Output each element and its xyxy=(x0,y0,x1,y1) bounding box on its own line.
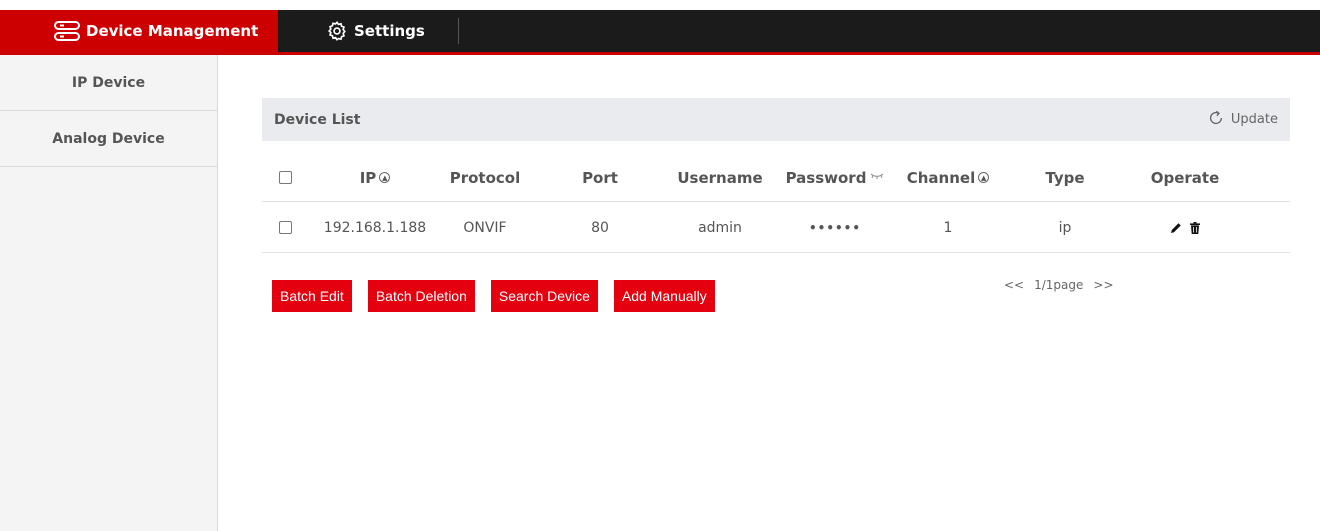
tab-device-management[interactable]: Device Management xyxy=(0,10,278,52)
sidebar-item-label: Analog Device xyxy=(52,130,165,147)
row-checkbox[interactable] xyxy=(278,221,292,234)
column-header-operate-label: Operate xyxy=(1150,168,1220,187)
update-label: Update xyxy=(1230,112,1278,127)
column-header-password: Password xyxy=(780,154,890,201)
cell-protocol: ONVIF xyxy=(463,219,507,236)
column-header-password-label: Password xyxy=(785,168,867,187)
top-nav-bar: Device Management Settings xyxy=(0,10,1320,55)
prev-page-button[interactable]: << xyxy=(1004,278,1024,292)
batch-edit-button[interactable]: Batch Edit xyxy=(272,280,352,312)
column-header-ip-label: IP xyxy=(359,168,377,187)
action-button-row: Batch Edit Batch Deletion Search Device … xyxy=(272,280,715,312)
eye-closed-icon[interactable] xyxy=(870,172,884,183)
pagination: << 1/1page >> xyxy=(1004,278,1114,292)
sidebar-item-ip-device[interactable]: IP Device xyxy=(0,55,217,111)
sort-icon[interactable]: ▲ xyxy=(978,172,990,183)
column-header-channel[interactable]: Channel ▲ xyxy=(896,154,1000,201)
cell-type: ip xyxy=(1058,219,1072,236)
select-all-cell xyxy=(272,154,298,201)
table-row: 192.168.1.188 ONVIF 80 admin •••••• 1 ip xyxy=(262,203,1290,253)
device-list-title: Device List xyxy=(274,111,361,128)
refresh-icon xyxy=(1207,109,1225,131)
sidebar: IP Device Analog Device xyxy=(0,55,218,531)
next-page-button[interactable]: >> xyxy=(1093,278,1113,292)
cell-password: •••••• xyxy=(808,220,862,235)
nav-divider xyxy=(458,18,459,44)
column-header-channel-label: Channel xyxy=(906,168,976,187)
batch-deletion-button[interactable]: Batch Deletion xyxy=(367,280,475,312)
column-header-type: Type xyxy=(1020,154,1110,201)
column-header-username: Username xyxy=(670,154,770,201)
column-header-port: Port xyxy=(560,154,640,201)
trash-icon[interactable] xyxy=(1190,221,1200,234)
cell-operate xyxy=(1130,203,1240,252)
cell-port: 80 xyxy=(591,219,609,236)
page-indicator: 1/1page xyxy=(1034,278,1084,292)
cell-channel: 1 xyxy=(943,219,953,236)
column-header-ip[interactable]: IP ▲ xyxy=(320,154,430,201)
cell-username: admin xyxy=(698,219,742,236)
select-all-checkbox[interactable] xyxy=(278,171,292,184)
sort-icon[interactable]: ▲ xyxy=(379,172,391,183)
edit-pencil-icon[interactable] xyxy=(1170,222,1182,234)
column-header-protocol-label: Protocol xyxy=(449,168,521,187)
tab-device-management-label: Device Management xyxy=(86,22,259,40)
gear-icon xyxy=(326,20,348,42)
device-list-header: Device List Update xyxy=(262,98,1290,141)
column-header-type-label: Type xyxy=(1045,168,1085,187)
cell-ip: 192.168.1.188 xyxy=(323,219,427,236)
tab-settings[interactable]: Settings xyxy=(326,10,425,52)
tab-settings-label: Settings xyxy=(354,22,425,40)
column-header-port-label: Port xyxy=(582,168,618,187)
column-header-operate: Operate xyxy=(1130,154,1240,201)
sidebar-item-analog-device[interactable]: Analog Device xyxy=(0,111,217,167)
column-header-protocol: Protocol xyxy=(440,154,530,201)
column-header-username-label: Username xyxy=(677,168,763,187)
row-select-cell xyxy=(272,203,298,252)
add-manually-button[interactable]: Add Manually xyxy=(613,280,715,312)
update-button[interactable]: Update xyxy=(1207,109,1278,131)
search-device-button[interactable]: Search Device xyxy=(490,280,598,312)
sidebar-item-label: IP Device xyxy=(71,74,146,91)
table-header-row: IP ▲ Protocol Port Username Password Cha… xyxy=(262,154,1290,202)
device-stack-icon xyxy=(54,21,80,41)
row-actions xyxy=(1170,221,1200,234)
